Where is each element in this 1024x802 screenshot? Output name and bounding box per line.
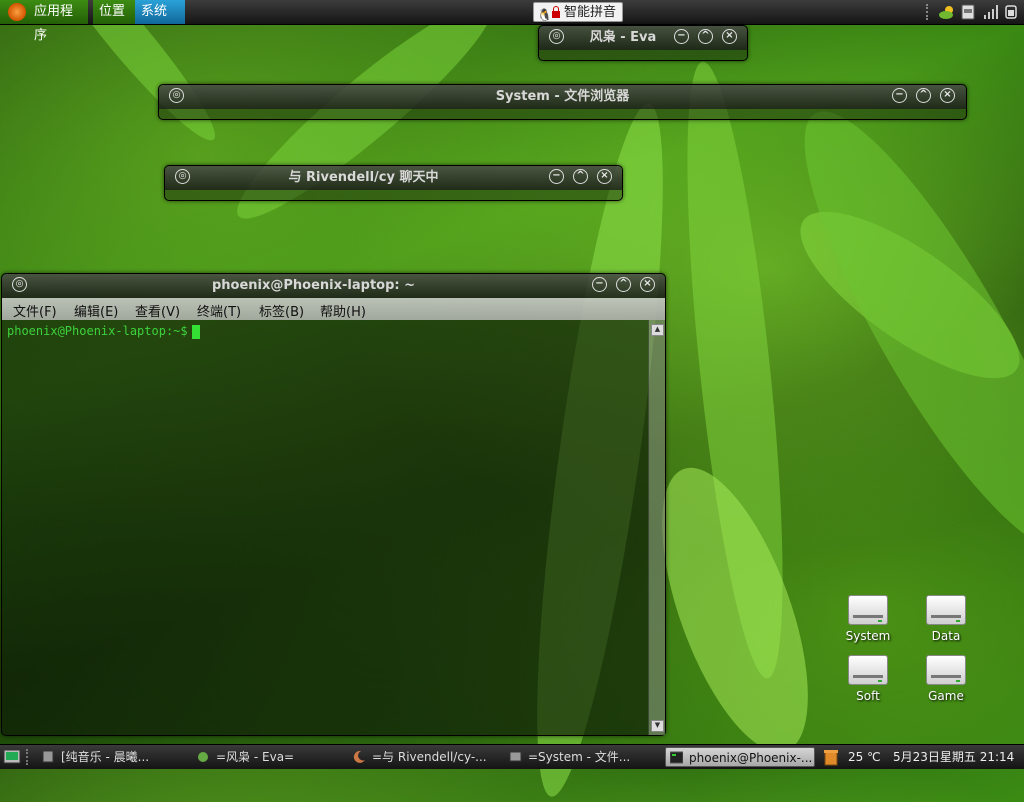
task-label: =System - 文件... [528,750,631,764]
eva-window-title: 风枭 - Eva [589,30,657,45]
bottom-panel: [纯音乐 - 晨曦... =风枭 - Eva= =与 Rivendell/cy-… [0,744,1024,769]
menu-terminal[interactable]: 终端(T) [197,301,241,320]
file-browser-window: ◎ System - 文件浏览器 − ^ × [158,84,967,120]
file-browser-titlebar[interactable]: ◎ System - 文件浏览器 − ^ × [159,85,966,109]
terminal-icon [670,751,683,764]
menu-file[interactable]: 文件(F) [13,301,57,320]
grip-icon[interactable] [926,4,932,20]
maximize-icon[interactable]: ^ [573,169,588,184]
weather-temperature[interactable]: 25 ℃ [848,745,881,769]
storage-icon[interactable] [961,4,975,20]
task-label: =风枭 - Eva= [216,750,295,764]
terminal-window: ◎ phoenix@Phoenix-laptop: ~ − ^ × 文件(F) … [1,273,666,736]
desktop-icon-label: Data [931,629,961,643]
signal-icon[interactable] [983,4,999,20]
task-label: phoenix@Phoenix-... [689,751,813,765]
terminal-cursor [191,324,200,339]
chat-client-icon [198,752,208,762]
file-manager-icon [509,751,522,762]
wallpaper-blade [763,83,1024,577]
minimize-icon[interactable]: − [892,88,907,103]
drive-icon [926,595,966,625]
desktop-icon-soft[interactable]: Soft [838,655,898,703]
terminal-text-area[interactable]: phoenix@Phoenix-laptop:~$ [2,320,649,735]
places-menu-label: 位置 [99,4,126,19]
menu-help[interactable]: 帮助(H) [320,301,366,320]
panel-grip-icon[interactable] [26,749,31,765]
minimize-icon[interactable]: − [592,277,607,292]
task-eva[interactable]: =风枭 - Eva= [197,747,347,767]
desktop-icon-label: Soft [856,689,880,703]
top-panel: 应用程序 位置 系统 🐧 智能拼音 [0,0,1024,43]
applications-menu[interactable]: 应用程序 [0,0,88,43]
task-label: [纯音乐 - 晨曦... [61,750,150,764]
input-method-label: 智能拼音 [564,5,617,20]
minimize-icon[interactable]: − [549,169,564,184]
close-icon[interactable]: × [640,277,655,292]
task-terminal[interactable]: phoenix@Phoenix-... [665,747,815,767]
terminal-prompt: phoenix@Phoenix-laptop:~$ [7,324,188,338]
terminal-menubar: 文件(F) 编辑(E) 查看(V) 终端(T) 标签(B) 帮助(H) [2,298,665,320]
music-player-icon [42,750,54,763]
pidgin-icon [353,750,365,763]
clock[interactable]: 5月23日星期五 21:14 [893,745,1014,769]
terminal-titlebar[interactable]: ◎ phoenix@Phoenix-laptop: ~ − ^ × [2,274,665,298]
maximize-icon[interactable]: ^ [616,277,631,292]
task-label: =与 Rivendell/cy-... [372,750,487,764]
terminal-title: phoenix@Phoenix-laptop: ~ [211,278,416,293]
menu-view[interactable]: 查看(V) [135,301,180,320]
terminal-prompt-line: phoenix@Phoenix-laptop:~$ [7,324,200,339]
close-icon[interactable]: × [597,169,612,184]
tux-icon: 🐧 [537,8,552,22]
ubuntu-logo-icon [8,3,26,21]
drive-icon [848,655,888,685]
input-method-indicator[interactable]: 🐧 智能拼音 [533,2,623,22]
chat-window-titlebar[interactable]: ◎ 与 Rivendell/cy 聊天中 − ^ × [165,166,622,190]
scroll-down-icon[interactable]: ▼ [651,720,664,732]
maximize-icon[interactable]: ^ [916,88,931,103]
close-icon[interactable]: × [722,29,737,44]
desktop-icon-game[interactable]: Game [916,655,976,703]
desktop-icon-data[interactable]: Data [916,595,976,643]
menu-tabs[interactable]: 标签(B) [259,301,304,320]
wallpaper-blade [667,58,803,682]
minimize-icon[interactable]: − [674,29,689,44]
system-menu[interactable]: 系统 [135,0,185,24]
eva-chat-window: ◎ 风枭 - Eva − ^ × [538,25,748,61]
desktop-icon-label: System [845,629,891,643]
system-menu-label: 系统 [141,4,168,19]
menu-edit[interactable]: 编辑(E) [74,301,118,320]
applications-menu-label: 应用程序 [34,4,74,43]
desktop-icon-system[interactable]: System [838,595,898,643]
lock-icon [552,6,560,18]
terminal-scrollbar[interactable]: ▲ ▼ [648,320,665,735]
chat-window: ◎ 与 Rivendell/cy 聊天中 − ^ × [164,165,623,201]
wallpaper-blade [777,183,1024,407]
task-file-browser[interactable]: =System - 文件... [509,747,659,767]
desktop-icon-label: Game [928,689,964,703]
drive-icon [848,595,888,625]
task-music[interactable]: [纯音乐 - 晨曦... [42,747,192,767]
trash-icon[interactable] [823,748,839,766]
close-icon[interactable]: × [940,88,955,103]
weather-icon[interactable] [938,4,956,20]
power-icon[interactable] [1004,4,1018,20]
task-chat[interactable]: =与 Rivendell/cy-... [353,747,503,767]
show-desktop-icon[interactable] [3,749,21,765]
drive-icon [926,655,966,685]
scroll-up-icon[interactable]: ▲ [651,324,664,336]
file-browser-title: System - 文件浏览器 [495,89,630,104]
maximize-icon[interactable]: ^ [698,29,713,44]
eva-window-titlebar[interactable]: ◎ 风枭 - Eva − ^ × [539,26,747,50]
